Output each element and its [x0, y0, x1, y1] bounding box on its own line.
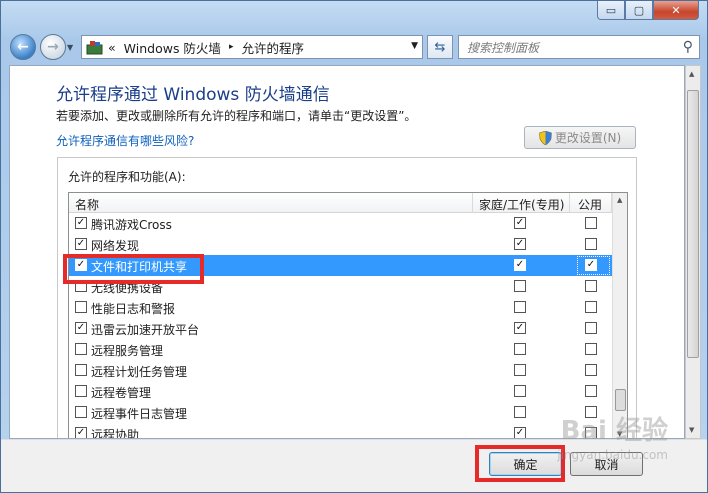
- program-enable-checkbox[interactable]: [75, 385, 87, 397]
- refresh-button[interactable]: ⇆: [427, 35, 453, 59]
- change-settings-label: 更改设置(N): [554, 131, 622, 145]
- program-name: 性能日志和警报: [91, 302, 176, 316]
- home-work-checkbox[interactable]: [514, 385, 526, 397]
- program-name: 远程协助: [91, 428, 140, 439]
- program-name: 远程服务管理: [91, 344, 164, 358]
- home-work-checkbox[interactable]: [514, 364, 526, 376]
- breadcrumb-firewall[interactable]: Windows 防火墙: [124, 38, 221, 57]
- list-scrollbar[interactable]: ▲ ▼: [612, 193, 627, 438]
- home-work-checkbox[interactable]: [514, 343, 526, 355]
- program-enable-checkbox[interactable]: ✓: [75, 427, 87, 438]
- table-row[interactable]: 远程卷管理: [69, 381, 612, 402]
- page-scrollbar[interactable]: ▲ ▼: [685, 65, 701, 439]
- program-name: 腾讯游戏Cross: [91, 218, 172, 232]
- forward-arrow-icon: →: [47, 39, 59, 55]
- column-name[interactable]: 名称: [75, 196, 99, 213]
- allowed-programs-group: 允许的程序和功能(A): 名称 家庭/工作(专用) 公用 ✓ 腾讯游戏Cross ✓…: [57, 157, 637, 439]
- recent-pages-dropdown[interactable]: ▼: [67, 43, 79, 53]
- column-public[interactable]: 公用: [578, 196, 602, 213]
- public-checkbox[interactable]: [585, 217, 597, 229]
- address-prefix: «: [108, 39, 116, 55]
- back-arrow-icon: ←: [17, 39, 29, 55]
- public-checkbox[interactable]: [585, 364, 597, 376]
- public-checkbox[interactable]: [585, 385, 597, 397]
- main-content: 允许程序通过 Windows 防火墙通信 若要添加、更改或删除所有允许的程序和端…: [9, 65, 685, 439]
- search-input[interactable]: 搜索控制面板 ⚲: [458, 35, 700, 59]
- table-row[interactable]: ✓ 远程协助 ✓: [69, 423, 612, 439]
- program-enable-checkbox[interactable]: ✓: [75, 238, 87, 250]
- uac-shield-icon: [539, 130, 552, 145]
- page-scroll-thumb[interactable]: [687, 90, 699, 358]
- home-work-checkbox[interactable]: ✓: [514, 259, 526, 271]
- table-row[interactable]: ✓ 腾讯游戏Cross ✓: [69, 213, 612, 234]
- control-panel-icon: [86, 41, 103, 55]
- refresh-icon: ⇆: [434, 39, 446, 55]
- scroll-up-icon[interactable]: ▲: [617, 196, 622, 204]
- table-row[interactable]: ✓ 迅雷云加速开放平台 ✓: [69, 318, 612, 339]
- table-row[interactable]: ✓ 网络发现 ✓: [69, 234, 612, 255]
- program-enable-checkbox[interactable]: [75, 364, 87, 376]
- home-work-checkbox[interactable]: ✓: [514, 217, 526, 229]
- public-checkbox[interactable]: [585, 280, 597, 292]
- home-work-checkbox[interactable]: ✓: [514, 427, 526, 438]
- allowed-programs-label: 允许的程序和功能(A):: [68, 170, 186, 184]
- minimize-button[interactable]: ▭: [597, 1, 625, 20]
- table-row[interactable]: 性能日志和警报: [69, 297, 612, 318]
- program-name: 远程计划任务管理: [91, 365, 188, 379]
- program-name: 远程事件日志管理: [91, 407, 188, 421]
- table-row[interactable]: 远程计划任务管理: [69, 360, 612, 381]
- address-bar[interactable]: « Windows 防火墙 ▸ 允许的程序 ▼: [81, 35, 423, 59]
- page-description: 若要添加、更改或删除所有允许的程序和端口，请单击“更改设置”。: [56, 109, 417, 123]
- column-divider[interactable]: [569, 193, 570, 213]
- page-title: 允许程序通过 Windows 防火墙通信: [56, 85, 330, 105]
- home-work-checkbox[interactable]: ✓: [514, 322, 526, 334]
- close-button[interactable]: ✕: [653, 1, 699, 20]
- change-settings-button[interactable]: 更改设置(N): [524, 126, 636, 149]
- list-scroll-thumb[interactable]: [615, 389, 626, 411]
- breadcrumb-separator-icon[interactable]: ▸: [229, 42, 234, 52]
- program-name: 远程卷管理: [91, 386, 152, 400]
- program-enable-checkbox[interactable]: [75, 343, 87, 355]
- column-divider[interactable]: [472, 193, 473, 213]
- table-row[interactable]: 远程事件日志管理: [69, 402, 612, 423]
- highlight-box: [63, 254, 204, 284]
- back-button[interactable]: ←: [10, 34, 36, 60]
- program-enable-checkbox[interactable]: [75, 406, 87, 418]
- home-work-checkbox[interactable]: [514, 406, 526, 418]
- forward-button[interactable]: →: [40, 34, 66, 60]
- risk-link[interactable]: 允许程序通信有哪些风险?: [56, 132, 194, 149]
- program-name: 网络发现: [91, 239, 140, 253]
- program-enable-checkbox[interactable]: ✓: [75, 322, 87, 334]
- address-dropdown-icon[interactable]: ▼: [411, 41, 418, 51]
- watermark-logo: Bai 经验: [560, 416, 668, 446]
- public-checkbox[interactable]: [585, 343, 597, 355]
- program-name: 迅雷云加速开放平台: [91, 323, 200, 337]
- scroll-down-icon[interactable]: ▼: [689, 426, 694, 434]
- home-work-checkbox[interactable]: [514, 280, 526, 292]
- maximize-button[interactable]: ▢: [625, 1, 653, 20]
- navigation-bar: ← → ▼ « Windows 防火墙 ▸ 允许的程序 ▼ ⇆ 搜索控制面板 ⚲: [1, 27, 707, 63]
- home-work-checkbox[interactable]: [514, 301, 526, 313]
- search-placeholder: 搜索控制面板: [467, 40, 540, 55]
- public-checkbox[interactable]: [585, 238, 597, 250]
- table-row[interactable]: 远程服务管理: [69, 339, 612, 360]
- home-work-checkbox[interactable]: ✓: [514, 238, 526, 250]
- breadcrumb-allowed-programs[interactable]: 允许的程序: [241, 38, 304, 57]
- program-enable-checkbox[interactable]: ✓: [75, 217, 87, 229]
- watermark-url: jingyan.baidu.com: [557, 448, 668, 462]
- program-enable-checkbox[interactable]: [75, 301, 87, 313]
- public-checkbox[interactable]: [585, 322, 597, 334]
- public-checkbox[interactable]: [585, 301, 597, 313]
- column-home-work[interactable]: 家庭/工作(专用): [479, 196, 564, 213]
- search-icon[interactable]: ⚲: [683, 39, 693, 55]
- caption-buttons: ▭ ▢ ✕: [597, 1, 699, 20]
- scroll-up-icon[interactable]: ▲: [689, 70, 694, 78]
- allowed-programs-list[interactable]: 名称 家庭/工作(专用) 公用 ✓ 腾讯游戏Cross ✓ ✓ 网络发现 ✓ ✓ 文件和打印机…: [68, 192, 628, 439]
- focus-rectangle: [577, 256, 610, 275]
- list-header: 名称 家庭/工作(专用) 公用: [69, 193, 612, 213]
- highlight-box: [475, 445, 565, 482]
